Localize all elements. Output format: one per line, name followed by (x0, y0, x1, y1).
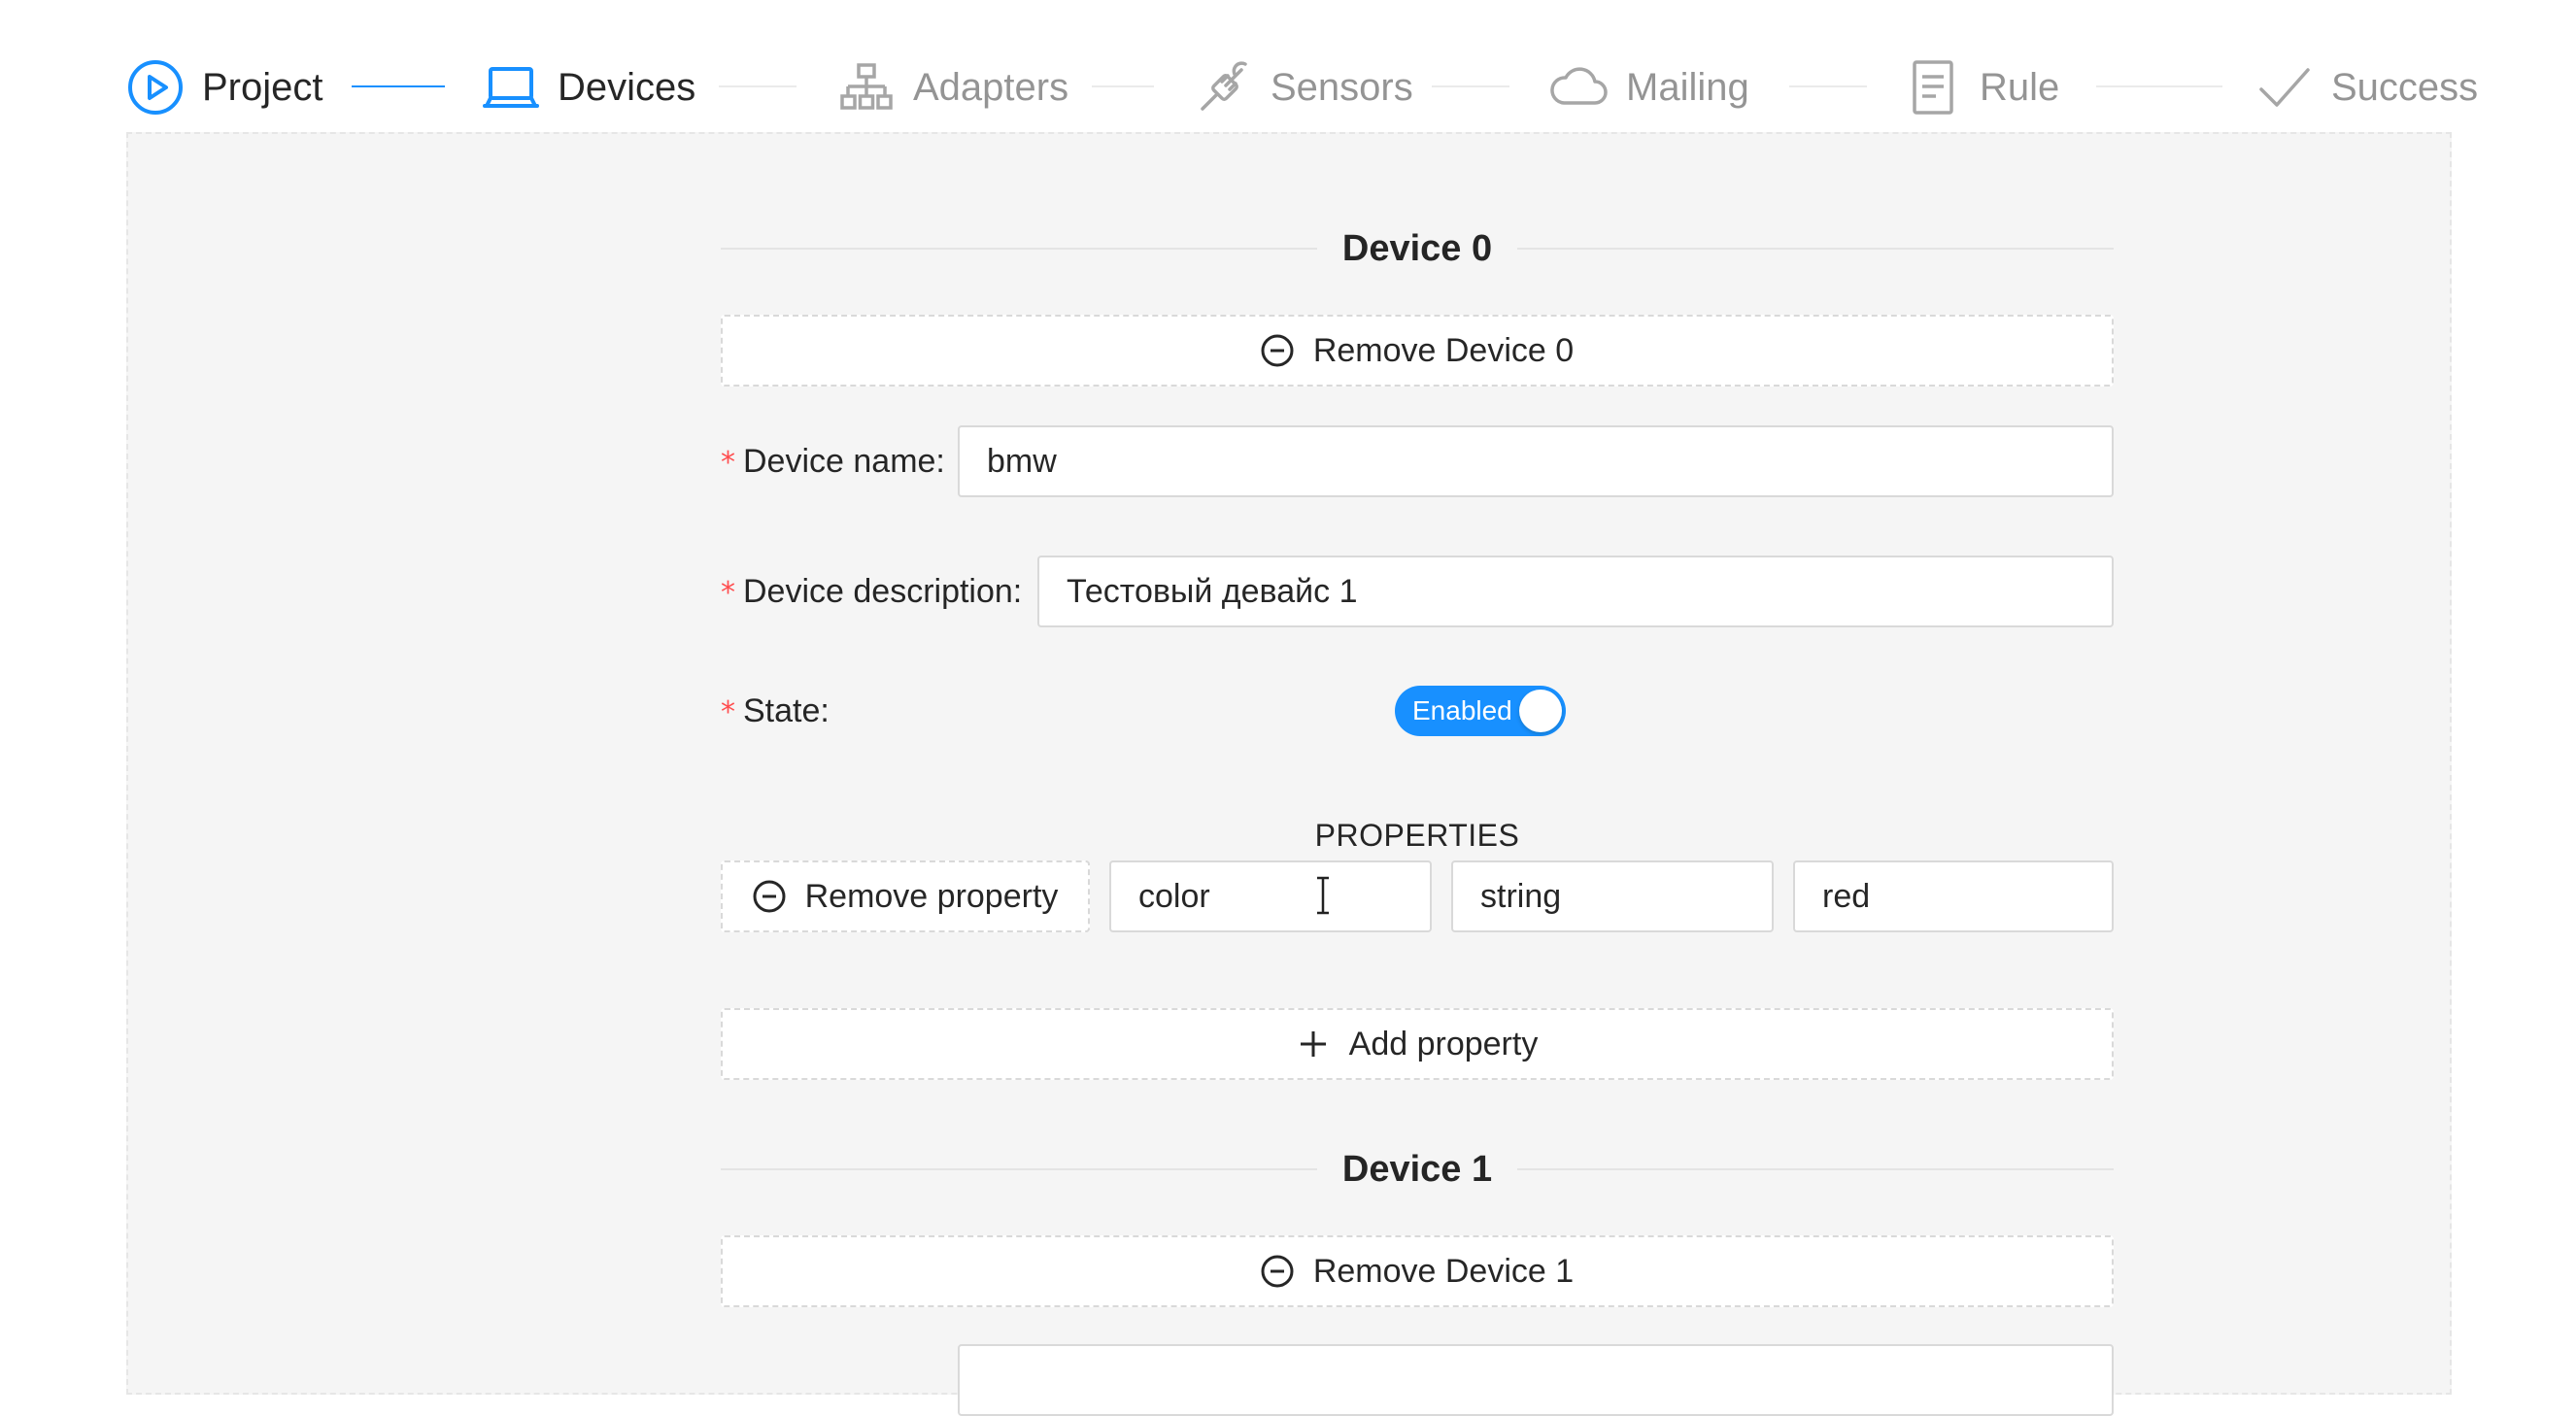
step-success[interactable]: Success (2255, 56, 2478, 118)
network-icon (837, 58, 896, 117)
step-label: Sensors (1271, 65, 1413, 109)
device-description-input[interactable]: Тестовый девайс 1 (1037, 556, 2114, 627)
remove-device-1-button[interactable]: Remove Device 1 (721, 1235, 2114, 1307)
document-icon (1904, 58, 1962, 117)
device-0-divider: Device 0 (721, 219, 2115, 278)
step-connector (352, 85, 445, 87)
device-1-name-input[interactable] (958, 1344, 2114, 1416)
state-row: * State: Enabled (721, 686, 2114, 736)
steps-bar: Project Devices Adapters Sensors Mailing… (0, 0, 2576, 126)
required-mark: * (721, 445, 735, 480)
cloud-icon (1550, 58, 1609, 117)
step-connector (1092, 85, 1154, 87)
device-1-title: Device 1 (1341, 1148, 1493, 1190)
state-switch[interactable]: Enabled (1395, 686, 1566, 736)
step-connector (2096, 85, 2222, 87)
properties-title: PROPERTIES (1314, 818, 1520, 853)
minus-circle-icon (753, 880, 786, 913)
step-devices[interactable]: Devices (482, 56, 695, 118)
remove-device-0-label: Remove Device 0 (1312, 331, 1575, 369)
plus-icon (1297, 1028, 1330, 1061)
minus-circle-icon (1261, 334, 1294, 367)
laptop-icon (482, 58, 540, 117)
remove-property-button[interactable]: Remove property (721, 860, 1090, 932)
step-label: Devices (558, 65, 696, 109)
device-name-row: * Device name: bmw (721, 425, 2114, 497)
remove-device-0-button[interactable]: Remove Device 0 (721, 315, 2114, 387)
device-name-input[interactable]: bmw (958, 425, 2114, 497)
plug-icon (1195, 58, 1253, 117)
step-project[interactable]: Project (126, 56, 323, 118)
property-name-input[interactable]: color (1109, 860, 1432, 932)
step-sensors[interactable]: Sensors (1195, 56, 1413, 118)
play-circle-icon (126, 58, 185, 117)
step-label: Adapters (913, 65, 1069, 109)
remove-device-1-label: Remove Device 1 (1312, 1252, 1575, 1290)
steps-content-panel: Device 0 Remove Device 0 * Device name: b… (126, 132, 2452, 1416)
remove-property-label: Remove property (804, 877, 1059, 915)
device-description-label: * Device description: (721, 572, 1023, 610)
step-mailing[interactable]: Mailing (1550, 56, 1749, 118)
step-label: Project (202, 65, 323, 109)
device-1-divider: Device 1 (721, 1140, 2115, 1198)
step-rule[interactable]: Rule (1904, 56, 2059, 118)
step-label: Rule (1980, 65, 2060, 109)
device-description-row: * Device description: Тестовый девайс 1 (721, 556, 2114, 627)
step-connector (719, 85, 797, 87)
device-name-label: * Device name: (721, 442, 945, 480)
step-label: Success (2331, 65, 2479, 109)
switch-text: Enabled (1412, 695, 1512, 725)
property-value-input[interactable]: red (1793, 860, 2114, 932)
add-property-label: Add property (1348, 1025, 1539, 1062)
state-label: * State: (721, 691, 830, 729)
check-icon (2255, 58, 2314, 117)
step-connector (1432, 85, 1509, 87)
required-mark: * (721, 575, 735, 610)
switch-knob (1519, 690, 1562, 732)
text-cursor-icon (1317, 876, 1329, 915)
add-property-button[interactable]: Add property (721, 1008, 2114, 1080)
step-adapters[interactable]: Adapters (837, 56, 1068, 118)
minus-circle-icon (1261, 1255, 1294, 1288)
step-connector (1789, 85, 1867, 87)
property-type-input[interactable]: string (1451, 860, 1774, 932)
device-0-title: Device 0 (1341, 227, 1493, 269)
step-label: Mailing (1626, 65, 1749, 109)
required-mark: * (721, 694, 735, 729)
